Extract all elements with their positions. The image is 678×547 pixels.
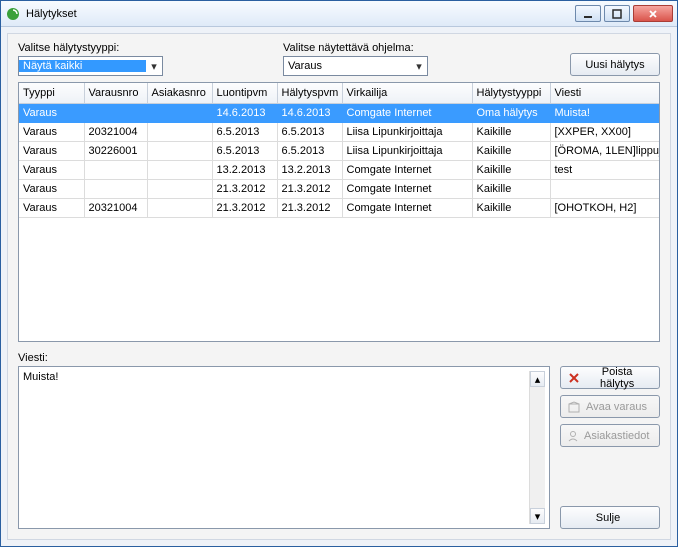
- table-cell: [147, 160, 212, 179]
- lower-area: ▴ ▾ Poista hälytys Avaa varaus Asiakasti…: [18, 366, 660, 529]
- scroll-down-icon[interactable]: ▾: [530, 508, 545, 524]
- maximize-button[interactable]: [604, 5, 630, 22]
- app-icon: [5, 6, 21, 22]
- column-header[interactable]: Hälytystyyppi: [472, 83, 550, 103]
- table-cell: Oma hälytys: [472, 103, 550, 122]
- table-cell: [ÖROMA, 1LEN]lippujen tiketöi: [550, 141, 660, 160]
- new-alert-button[interactable]: Uusi hälytys: [570, 53, 660, 76]
- filter-type-combo[interactable]: Näytä kaikki ▾: [18, 56, 163, 76]
- filter-row: Valitse hälytystyyppi: Näytä kaikki ▾ Va…: [18, 42, 660, 76]
- table-cell: 21.3.2012: [277, 179, 342, 198]
- filter-type-value: Näytä kaikki: [19, 60, 146, 72]
- table-cell: Comgate Internet: [342, 103, 472, 122]
- table-cell: Liisa Lipunkirjoittaja: [342, 141, 472, 160]
- message-textarea[interactable]: [23, 371, 529, 524]
- table-cell: Kaikille: [472, 141, 550, 160]
- table-cell: 21.3.2012: [212, 179, 277, 198]
- minimize-button[interactable]: [575, 5, 601, 22]
- table-cell: 30226001: [84, 141, 147, 160]
- table-cell: Varaus: [19, 141, 84, 160]
- table-cell: 6.5.2013: [212, 122, 277, 141]
- window-buttons: [575, 5, 673, 22]
- table-cell: Kaikille: [472, 179, 550, 198]
- table-cell: Kaikille: [472, 198, 550, 217]
- table-cell: Varaus: [19, 179, 84, 198]
- table-cell: Comgate Internet: [342, 179, 472, 198]
- table-cell: [XXPER, XX00]: [550, 122, 660, 141]
- filter-program-value: Varaus: [284, 60, 411, 72]
- scroll-up-icon[interactable]: ▴: [530, 371, 545, 387]
- table-cell: 13.2.2013: [212, 160, 277, 179]
- table-row[interactable]: Varaus302260016.5.20136.5.2013Liisa Lipu…: [19, 141, 660, 160]
- table-cell: [147, 141, 212, 160]
- filter-type: Valitse hälytystyyppi: Näytä kaikki ▾: [18, 42, 163, 76]
- window: Hälytykset Valitse hälytystyyppi: Näytä …: [0, 0, 678, 547]
- delete-icon: [567, 371, 580, 385]
- side-buttons: Poista hälytys Avaa varaus Asiakastiedot…: [560, 366, 660, 529]
- table-cell: Kaikille: [472, 122, 550, 141]
- table-cell: 6.5.2013: [212, 141, 277, 160]
- table-cell: Varaus: [19, 160, 84, 179]
- window-title: Hälytykset: [26, 8, 575, 20]
- table-cell: 6.5.2013: [277, 122, 342, 141]
- filter-program-label: Valitse näytettävä ohjelma:: [283, 42, 428, 54]
- table-cell: Comgate Internet: [342, 198, 472, 217]
- customer-icon: [567, 429, 579, 443]
- table-row[interactable]: Varaus2032100421.3.201221.3.2012Comgate …: [19, 198, 660, 217]
- message-scrollbar[interactable]: ▴ ▾: [529, 371, 545, 524]
- table-cell: test: [550, 160, 660, 179]
- table-cell: 21.3.2012: [277, 198, 342, 217]
- table-cell: [147, 103, 212, 122]
- filter-program: Valitse näytettävä ohjelma: Varaus ▾: [283, 42, 428, 76]
- table-cell: Varaus: [19, 122, 84, 141]
- chevron-down-icon: ▾: [146, 60, 162, 73]
- open-reservation-button: Avaa varaus: [560, 395, 660, 418]
- table-cell: Liisa Lipunkirjoittaja: [342, 122, 472, 141]
- chevron-down-icon: ▾: [411, 60, 427, 73]
- open-icon: [567, 400, 581, 414]
- message-label: Viesti:: [18, 352, 660, 364]
- table-cell: 6.5.2013: [277, 141, 342, 160]
- titlebar: Hälytykset: [1, 1, 677, 27]
- column-header[interactable]: Luontipvm: [212, 83, 277, 103]
- column-header[interactable]: Hälytyspvm: [277, 83, 342, 103]
- column-header[interactable]: Virkailija: [342, 83, 472, 103]
- table-cell: 20321004: [84, 122, 147, 141]
- alert-grid[interactable]: TyyppiVarausnroAsiakasnroLuontipvmHälyty…: [18, 82, 660, 342]
- table-cell: Comgate Internet: [342, 160, 472, 179]
- column-header[interactable]: Viesti: [550, 83, 660, 103]
- table-row[interactable]: Varaus14.6.201314.6.2013Comgate Internet…: [19, 103, 660, 122]
- table-cell: Kaikille: [472, 160, 550, 179]
- column-header[interactable]: Asiakasnro: [147, 83, 212, 103]
- customer-info-button: Asiakastiedot: [560, 424, 660, 447]
- table-cell: 14.6.2013: [277, 103, 342, 122]
- table-cell: 20321004: [84, 198, 147, 217]
- message-box: ▴ ▾: [18, 366, 550, 529]
- close-button[interactable]: [633, 5, 673, 22]
- table-cell: [147, 198, 212, 217]
- column-header[interactable]: Tyyppi: [19, 83, 84, 103]
- table-row[interactable]: Varaus203210046.5.20136.5.2013Liisa Lipu…: [19, 122, 660, 141]
- table-cell: [84, 179, 147, 198]
- table-cell: 13.2.2013: [277, 160, 342, 179]
- table-cell: Muista!: [550, 103, 660, 122]
- table-cell: [OHOTKOH, H2]: [550, 198, 660, 217]
- delete-alert-button[interactable]: Poista hälytys: [560, 366, 660, 389]
- table-cell: 14.6.2013: [212, 103, 277, 122]
- table-cell: [84, 103, 147, 122]
- table-row[interactable]: Varaus13.2.201313.2.2013Comgate Internet…: [19, 160, 660, 179]
- table-cell: [550, 179, 660, 198]
- content-area: Valitse hälytystyyppi: Näytä kaikki ▾ Va…: [7, 33, 671, 540]
- table-cell: [147, 179, 212, 198]
- close-dialog-button[interactable]: Sulje: [560, 506, 660, 529]
- filter-program-combo[interactable]: Varaus ▾: [283, 56, 428, 76]
- table-cell: Varaus: [19, 198, 84, 217]
- table-cell: [84, 160, 147, 179]
- table-cell: 21.3.2012: [212, 198, 277, 217]
- filter-type-label: Valitse hälytystyyppi:: [18, 42, 163, 54]
- table-row[interactable]: Varaus21.3.201221.3.2012Comgate Internet…: [19, 179, 660, 198]
- column-header[interactable]: Varausnro: [84, 83, 147, 103]
- table-cell: Varaus: [19, 103, 84, 122]
- table-cell: [147, 122, 212, 141]
